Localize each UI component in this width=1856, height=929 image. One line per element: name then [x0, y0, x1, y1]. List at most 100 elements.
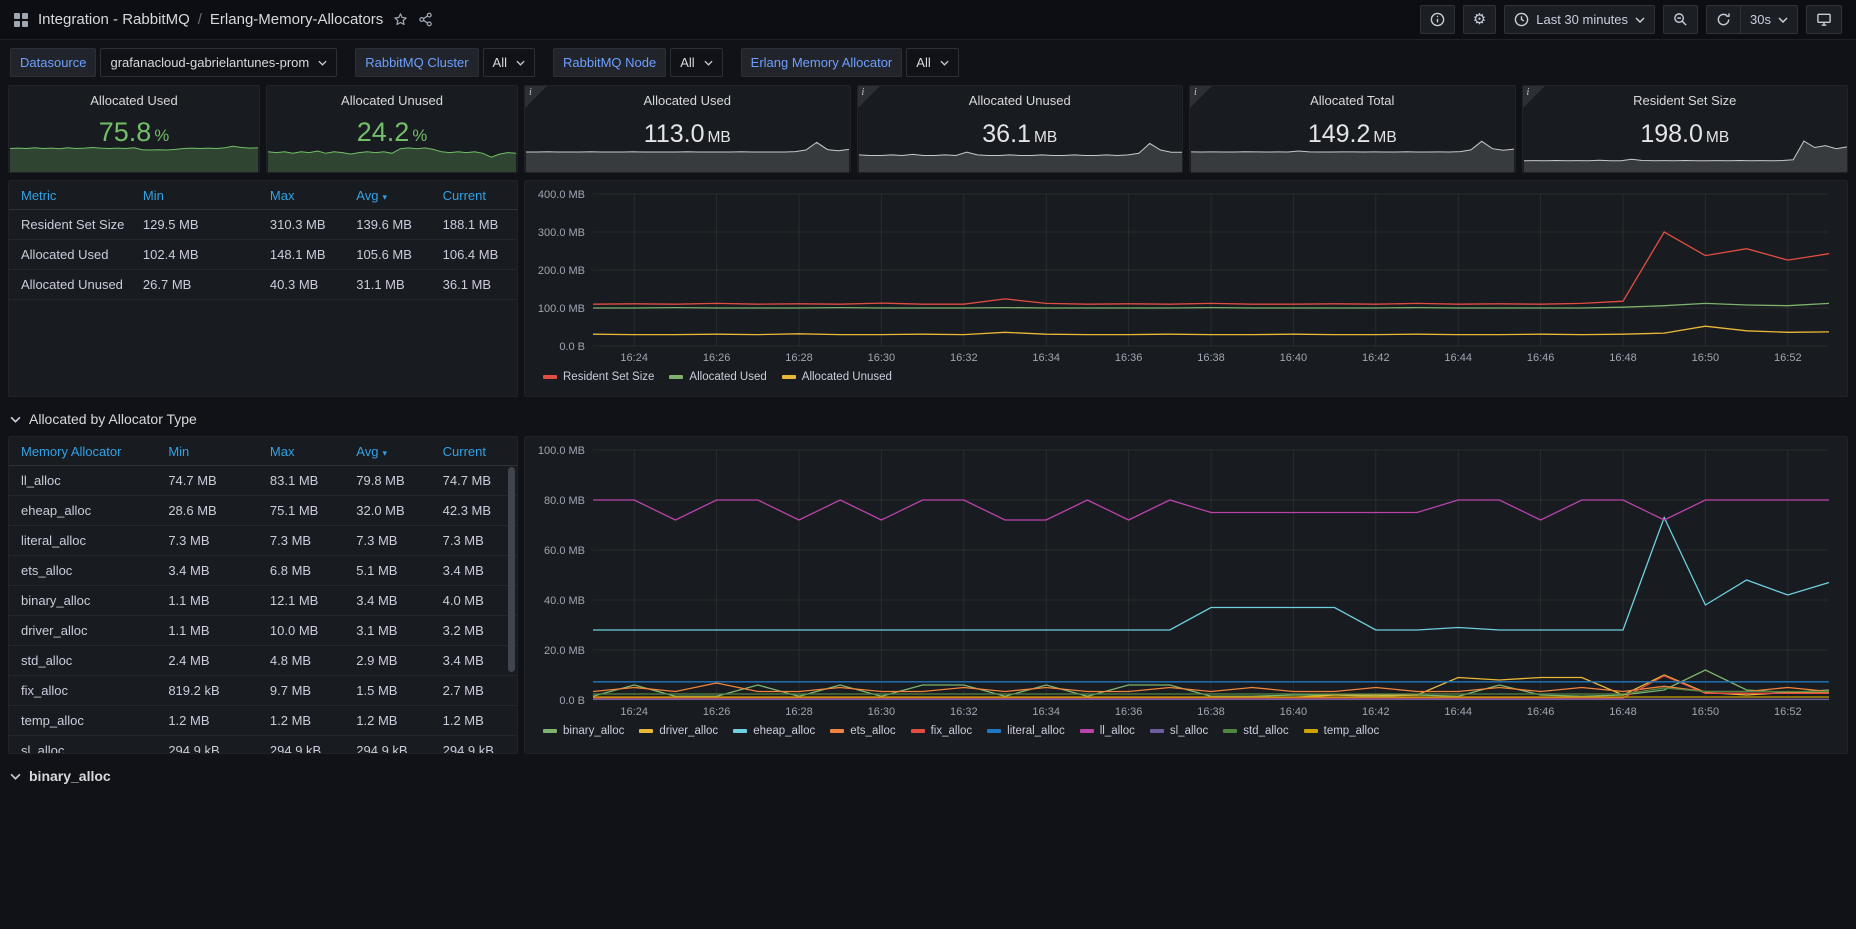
panel-title[interactable]: Allocated Unused	[267, 86, 517, 108]
table-row: ll_alloc74.7 MB83.1 MB79.8 MB74.7 MB	[9, 466, 517, 496]
filter-label: Erlang Memory Allocator	[741, 48, 903, 77]
legend-label: driver_alloc	[659, 725, 718, 737]
panel-info-corner-icon[interactable]: i	[858, 86, 880, 108]
table-header-cell[interactable]: Memory Allocator	[9, 444, 156, 459]
table-row: driver_alloc1.1 MB10.0 MB3.1 MB3.2 MB	[9, 616, 517, 646]
top-navbar: Integration - RabbitMQ / Erlang-Memory-A…	[0, 0, 1856, 40]
x-tick-label: 16:50	[1692, 352, 1720, 364]
star-icon[interactable]	[393, 12, 408, 27]
legend-item[interactable]: Resident Set Size	[543, 371, 654, 383]
dashboard-insights-button[interactable]	[1420, 5, 1455, 34]
table-header-cell[interactable]: Min	[156, 444, 258, 459]
panel-table-allocators: Memory AllocatorMinMaxAvg▾Current ll_allo…	[8, 436, 518, 754]
legend-item[interactable]: driver_alloc	[639, 725, 718, 737]
legend-swatch	[733, 729, 747, 733]
panel-title[interactable]: Allocated Used	[525, 86, 850, 108]
memory-row: MetricMinMaxAvg▾CurrentResident Set Size…	[8, 180, 1848, 397]
x-tick-label: 16:44	[1444, 352, 1472, 364]
y-tick-label: 100.0 MB	[538, 303, 585, 315]
sort-down-icon: ▾	[382, 448, 387, 458]
chart-canvas: 0.0 B100.0 MB200.0 MB300.0 MB400.0 MB16:…	[529, 186, 1843, 368]
gauge-value: 75.8%	[9, 117, 259, 148]
table-header-cell[interactable]: Metric	[9, 188, 131, 203]
x-tick-label: 16:46	[1527, 352, 1555, 364]
panel-info-corner-icon[interactable]: i	[1523, 86, 1545, 108]
breadcrumb-dashboard[interactable]: Erlang-Memory-Allocators	[210, 11, 383, 28]
panel-title[interactable]: Resident Set Size	[1523, 86, 1848, 108]
legend-label: Allocated Used	[689, 371, 766, 383]
panel-gauge-allocated-used: Allocated Used 75.8%	[8, 85, 260, 173]
monitor-icon	[1816, 12, 1832, 27]
table-row: sl_alloc294.9 kB294.9 kB294.9 kB294.9 kB	[9, 736, 517, 754]
time-range-picker[interactable]: Last 30 minutes	[1504, 5, 1655, 34]
legend-item[interactable]: sl_alloc	[1150, 725, 1208, 737]
legend-swatch	[639, 729, 653, 733]
legend-item[interactable]: Allocated Used	[669, 371, 766, 383]
dashboard-settings-button[interactable]: ⚙	[1463, 5, 1496, 34]
legend-item[interactable]: temp_alloc	[1304, 725, 1380, 737]
panel-title[interactable]: Allocated Unused	[858, 86, 1183, 108]
time-range-label: Last 30 minutes	[1536, 12, 1628, 27]
tv-mode-button[interactable]	[1806, 5, 1842, 34]
table-cell: 1.2 MB	[156, 713, 258, 728]
table-cell: 105.6 MB	[344, 247, 430, 262]
y-tick-label: 80.0 MB	[544, 495, 585, 507]
legend-item[interactable]: eheap_alloc	[733, 725, 815, 737]
chart-canvas: 0.0 B20.0 MB40.0 MB60.0 MB80.0 MB100.0 M…	[529, 442, 1843, 722]
table-cell: 2.4 MB	[156, 653, 258, 668]
table-header-cell[interactable]: Current	[431, 444, 517, 459]
section-allocated-by-allocator-type[interactable]: Allocated by Allocator Type	[8, 404, 1848, 434]
table-cell: 1.1 MB	[156, 593, 258, 608]
legend-label: Allocated Unused	[802, 371, 892, 383]
zoom-out-button[interactable]	[1663, 5, 1698, 34]
table-cell: 26.7 MB	[131, 277, 258, 292]
table-row: Resident Set Size129.5 MB310.3 MB139.6 M…	[9, 210, 517, 240]
section-binary-alloc[interactable]: binary_alloc	[8, 761, 1848, 791]
allocator-timeseries-chart[interactable]: 0.0 B20.0 MB40.0 MB60.0 MB80.0 MB100.0 M…	[529, 442, 1843, 722]
table-cell: 148.1 MB	[258, 247, 344, 262]
legend-item[interactable]: literal_alloc	[987, 725, 1065, 737]
allocator-table: Memory AllocatorMinMaxAvg▾Current ll_allo…	[9, 437, 517, 754]
y-tick-label: 60.0 MB	[544, 545, 585, 557]
share-icon[interactable]	[418, 12, 433, 27]
table-cell: 819.2 kB	[156, 683, 258, 698]
filter-value: All	[916, 55, 930, 70]
x-tick-label: 16:32	[950, 706, 978, 718]
legend-item[interactable]: binary_alloc	[543, 725, 624, 737]
info-circle-icon	[1430, 12, 1445, 27]
table-header-cell[interactable]: Avg▾	[344, 188, 430, 203]
chevron-down-icon	[318, 60, 327, 66]
panel-info-corner-icon[interactable]: i	[525, 86, 547, 108]
apps-grid-icon[interactable]	[14, 13, 28, 27]
allocator-picker[interactable]: All	[906, 48, 958, 77]
memory-timeseries-chart[interactable]: 0.0 B100.0 MB200.0 MB300.0 MB400.0 MB16:…	[529, 186, 1843, 368]
legend-item[interactable]: Allocated Unused	[782, 371, 892, 383]
table-cell: 7.3 MB	[258, 533, 344, 548]
legend-item[interactable]: ll_alloc	[1080, 725, 1135, 737]
panel-info-corner-icon[interactable]: i	[1190, 86, 1212, 108]
zoom-out-icon	[1673, 12, 1688, 27]
x-tick-label: 16:46	[1527, 706, 1555, 718]
table-header-cell[interactable]: Max	[258, 188, 344, 203]
panel-title[interactable]: Allocated Used	[9, 86, 259, 108]
x-tick-label: 16:28	[785, 706, 813, 718]
table-header-cell[interactable]: Current	[431, 188, 517, 203]
datasource-picker[interactable]: grafanacloud-gabrielantunes-prom	[100, 48, 337, 77]
table-header-row: MetricMinMaxAvg▾Current	[9, 181, 517, 210]
refresh-button[interactable]	[1706, 5, 1741, 34]
panel-title[interactable]: Allocated Total	[1190, 86, 1515, 108]
cluster-picker[interactable]: All	[483, 48, 535, 77]
table-header-cell[interactable]: Min	[131, 188, 258, 203]
breadcrumb-folder[interactable]: Integration - RabbitMQ	[38, 11, 190, 28]
node-picker[interactable]: All	[670, 48, 722, 77]
refresh-interval-button[interactable]: 30s	[1741, 5, 1798, 34]
sparkline-area	[10, 146, 258, 172]
table-header-cell[interactable]: Max	[258, 444, 344, 459]
x-tick-label: 16:24	[620, 352, 648, 364]
table-cell: 3.4 MB	[344, 593, 430, 608]
legend-item[interactable]: std_alloc	[1223, 725, 1288, 737]
table-scrollbar[interactable]	[508, 467, 515, 672]
legend-item[interactable]: fix_alloc	[911, 725, 973, 737]
table-header-cell[interactable]: Avg▾	[344, 444, 430, 459]
legend-item[interactable]: ets_alloc	[830, 725, 895, 737]
